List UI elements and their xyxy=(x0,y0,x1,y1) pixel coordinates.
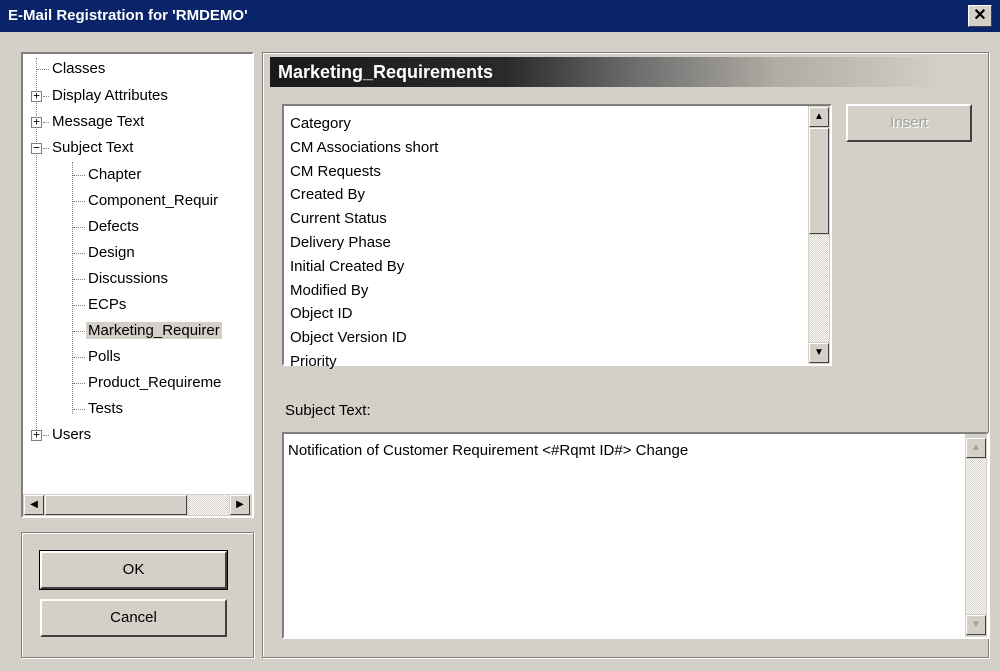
title-bar[interactable]: E-Mail Registration for 'RMDEMO' ✕ xyxy=(0,0,1000,32)
subject-text-value[interactable]: Notification of Customer Requirement <#R… xyxy=(288,442,688,459)
subject-text-label: Subject Text: xyxy=(285,402,371,419)
field-list-items: Category CM Associations short CM Reques… xyxy=(290,112,800,374)
tree-item-defects[interactable]: Defects xyxy=(86,215,141,239)
category-tree[interactable]: Classes + Display Attributes + Message T… xyxy=(21,52,254,518)
scroll-track[interactable] xyxy=(809,235,829,342)
scroll-down-arrow-icon[interactable]: ▼ xyxy=(809,343,829,363)
tree-item-component-requirements[interactable]: Component_Requir xyxy=(86,189,220,213)
tree-item-ecps[interactable]: ECPs xyxy=(86,293,128,317)
field-list-scrollbar[interactable]: ▲ ▼ xyxy=(808,106,830,364)
tree-item-design[interactable]: Design xyxy=(86,241,137,265)
window-title: E-Mail Registration for 'RMDEMO' xyxy=(8,7,248,24)
tree-items: Classes + Display Attributes + Message T… xyxy=(23,54,252,494)
scroll-track[interactable] xyxy=(966,459,986,614)
tree-item-display-attributes[interactable]: Display Attributes xyxy=(50,84,170,108)
tree-item-marketing-requirements[interactable]: Marketing_Requirer xyxy=(86,319,222,343)
panel-header: Marketing_Requirements xyxy=(270,57,945,87)
cancel-button[interactable]: Cancel xyxy=(40,599,227,637)
tree-item-product-requirements[interactable]: Product_Requireme xyxy=(86,371,223,395)
list-item[interactable]: Created By xyxy=(290,183,800,207)
scroll-left-arrow-icon[interactable]: ◀ xyxy=(24,495,44,515)
insert-button[interactable]: Insert xyxy=(846,104,972,142)
scroll-up-arrow-icon[interactable]: ▲ xyxy=(966,438,986,458)
list-item[interactable]: Object ID xyxy=(290,302,800,326)
list-item[interactable]: Delivery Phase xyxy=(290,231,800,255)
ok-button[interactable]: OK xyxy=(39,550,228,590)
scroll-thumb[interactable] xyxy=(809,128,829,234)
scroll-thumb[interactable] xyxy=(45,495,187,515)
tree-item-chapter[interactable]: Chapter xyxy=(86,163,143,187)
expand-icon[interactable]: + xyxy=(31,90,42,102)
tree-item-discussions[interactable]: Discussions xyxy=(86,267,170,291)
tree-item-users[interactable]: Users xyxy=(50,423,93,447)
list-item[interactable]: Object Version ID xyxy=(290,326,800,350)
tree-horizontal-scrollbar[interactable]: ◀ ▶ xyxy=(23,494,252,516)
close-button[interactable]: ✕ xyxy=(968,5,992,27)
list-item[interactable]: CM Requests xyxy=(290,160,800,184)
subject-scrollbar[interactable]: ▲ ▼ xyxy=(965,434,987,637)
email-registration-dialog: E-Mail Registration for 'RMDEMO' ✕ Class… xyxy=(0,0,1000,671)
list-item[interactable]: Category xyxy=(290,112,800,136)
tree-item-polls[interactable]: Polls xyxy=(86,345,123,369)
tree-item-classes[interactable]: Classes xyxy=(50,57,107,81)
scroll-right-arrow-icon[interactable]: ▶ xyxy=(230,495,250,515)
field-list[interactable]: Category CM Associations short CM Reques… xyxy=(282,104,832,370)
list-item[interactable]: Priority xyxy=(290,350,800,374)
tree-item-subject-text[interactable]: Subject Text xyxy=(50,136,135,160)
scroll-track[interactable] xyxy=(188,495,229,515)
scroll-up-arrow-icon[interactable]: ▲ xyxy=(809,107,829,127)
list-item[interactable]: CM Associations short xyxy=(290,136,800,160)
expand-icon[interactable]: + xyxy=(31,116,42,128)
subject-text-field[interactable]: Notification of Customer Requirement <#R… xyxy=(282,432,989,639)
expand-icon[interactable]: + xyxy=(31,429,42,441)
list-item[interactable]: Modified By xyxy=(290,279,800,303)
list-item[interactable]: Initial Created By xyxy=(290,255,800,279)
list-item[interactable]: Current Status xyxy=(290,207,800,231)
collapse-icon[interactable]: − xyxy=(31,142,42,154)
tree-item-tests[interactable]: Tests xyxy=(86,397,125,421)
button-panel: OK Cancel xyxy=(21,532,254,658)
tree-item-message-text[interactable]: Message Text xyxy=(50,110,146,134)
scroll-down-arrow-icon[interactable]: ▼ xyxy=(966,615,986,635)
